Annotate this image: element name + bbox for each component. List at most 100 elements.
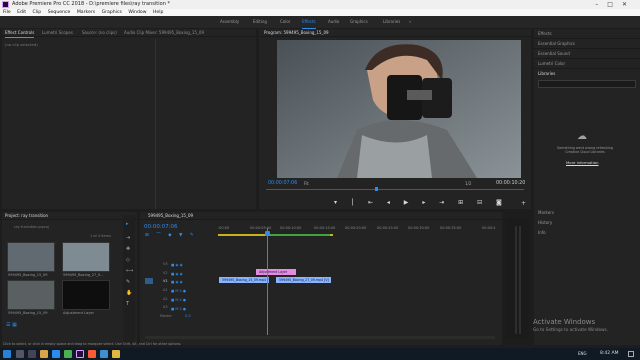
- panel-essential-graphics[interactable]: Essential Graphics: [538, 41, 575, 46]
- edge-icon[interactable]: [52, 350, 60, 358]
- timeline-ruler[interactable]: :00:00 00:00:05:00 00:00:10:00 00:00:15:…: [218, 226, 498, 232]
- menu-markers[interactable]: Markers: [77, 10, 95, 15]
- audio-meter: [505, 218, 529, 338]
- track-v1[interactable]: V1: [163, 279, 168, 283]
- app-icon[interactable]: [112, 350, 120, 358]
- file-explorer-icon[interactable]: [40, 350, 48, 358]
- workspace-audio[interactable]: Audio: [328, 16, 339, 28]
- menu-file[interactable]: File: [3, 10, 11, 15]
- workspace-editing[interactable]: Editing: [253, 16, 267, 28]
- tab-audio-clip-mixer[interactable]: Audio Clip Mixer: 599495_Boxing_15_09: [124, 29, 204, 37]
- search-icon[interactable]: [16, 350, 24, 358]
- master-track: Master: [160, 314, 172, 318]
- panel-history[interactable]: History: [538, 220, 552, 225]
- item-count: 1 of 4 items: [90, 234, 111, 238]
- ruler-label: 00:00:20:00: [345, 226, 367, 230]
- render-bar-green: [270, 234, 330, 236]
- panel-effects[interactable]: Effects: [538, 31, 552, 36]
- timeline-playhead-handle[interactable]: [265, 231, 270, 236]
- clip-boxing-15[interactable]: 599495_Boxing_15_09.mp4 [V]: [219, 277, 269, 283]
- input-language[interactable]: ENG: [578, 351, 587, 356]
- workspace-effects[interactable]: Effects: [302, 16, 316, 29]
- project-bin-name: ray transition.prproj: [14, 225, 49, 229]
- project-thumb-2[interactable]: [62, 242, 110, 272]
- track-v3[interactable]: V3: [163, 262, 168, 266]
- program-timecode[interactable]: 00:00:07:06: [268, 181, 297, 186]
- project-tab[interactable]: Project: ray transition: [5, 212, 48, 220]
- sequence-tab[interactable]: 599495_Boxing_15_09: [148, 212, 193, 220]
- panel-libraries[interactable]: Libraries: [538, 71, 555, 76]
- clock[interactable]: 8:42 AM: [600, 351, 619, 356]
- ruler-label: 00:00:35:00: [440, 226, 462, 230]
- tab-source[interactable]: Source: (no clips): [82, 29, 117, 37]
- chrome-icon[interactable]: [64, 350, 72, 358]
- project-thumb-1[interactable]: [7, 242, 55, 272]
- premiere-taskbar-icon[interactable]: [76, 350, 84, 358]
- menu-sequence[interactable]: Sequence: [48, 10, 71, 15]
- workspace-color[interactable]: Color: [280, 16, 290, 28]
- program-video-frame: [277, 40, 521, 178]
- menu-clip[interactable]: Clip: [33, 10, 42, 15]
- tab-effect-controls[interactable]: Effect Controls: [5, 29, 35, 38]
- track-a3[interactable]: A3: [163, 305, 168, 309]
- project-item-3-name: 599495_Boxing_15_09: [8, 311, 48, 315]
- menu-help[interactable]: Help: [153, 10, 163, 15]
- libraries-dropdown[interactable]: [538, 80, 636, 88]
- project-thumb-3[interactable]: [7, 280, 55, 310]
- list-view-icon[interactable]: ☰ ▦: [6, 322, 17, 328]
- menu-edit[interactable]: Edit: [17, 10, 26, 15]
- project-thumb-4[interactable]: [62, 280, 110, 310]
- ruler-label: :00:00: [218, 226, 230, 230]
- boxer-frame-image: [277, 40, 521, 178]
- transport-controls[interactable]: ▾ ⎮ ⇤ ◂ ▶ ▸ ⇥ ⊞ ⊟ ◙: [334, 199, 508, 206]
- more-information-link[interactable]: More information: [566, 160, 599, 165]
- workspace-graphics[interactable]: Graphics: [350, 16, 368, 28]
- project-item-1-name: 599495_Boxing_15_09: [8, 273, 48, 277]
- program-controls: 00:00:07:06 Fit 1/2 00:00:10:20 ▾ ⎮ ⇤ ◂ …: [259, 178, 531, 209]
- panel-lumetri-color[interactable]: Lumetri Color: [538, 61, 565, 66]
- panel-markers[interactable]: Markers: [538, 210, 554, 215]
- status-hint: Click to select, or click in empty space…: [3, 342, 182, 346]
- task-view-icon[interactable]: [28, 350, 36, 358]
- master-value[interactable]: 0.0: [185, 314, 191, 318]
- windows-start-icon[interactable]: [3, 350, 11, 358]
- menu-graphics[interactable]: Graphics: [102, 10, 122, 15]
- track-a1[interactable]: A1: [163, 288, 168, 292]
- panel-essential-sound[interactable]: Essential Sound: [538, 51, 570, 56]
- ruler-label: 00:00:10:00: [280, 226, 302, 230]
- window-controls[interactable]: –□✕: [595, 0, 636, 9]
- tab-lumetri-scopes[interactable]: Lumetri Scopes: [42, 29, 73, 37]
- adjustment-layer-clip[interactable]: Adjustment Layer: [256, 269, 296, 275]
- add-button-icon[interactable]: +: [521, 200, 526, 207]
- program-scrub-bar[interactable]: [266, 189, 524, 190]
- workspace-libraries[interactable]: Libraries: [383, 16, 400, 28]
- fit-dropdown[interactable]: Fit: [304, 181, 309, 186]
- selection-tool-icon[interactable]: ▸: [126, 221, 129, 227]
- timeline-tool-icons[interactable]: ⊞ ⌒ ◆ ▼ ✎: [145, 232, 197, 238]
- program-tab[interactable]: Program: 599495_Boxing_15_09: [264, 29, 329, 37]
- tool-icons[interactable]: ⇥ ✥ ◇ ⟷ ✎ ✋ T: [126, 233, 133, 310]
- timeline-playhead-line[interactable]: [267, 228, 268, 335]
- ruler-label: 00:00:25:00: [377, 226, 399, 230]
- ruler-label: 00:00:15:00: [314, 226, 336, 230]
- track-headers: V3 V2 V1 A1 A2 A3 Master 0.0 ■ ◉ ◉ ■ ◉ ◉ ■…: [144, 261, 216, 321]
- track-v2[interactable]: V2: [163, 271, 168, 275]
- notifications-icon[interactable]: [628, 351, 634, 357]
- track-toggle-icons[interactable]: ■ ◉ ◉ ■ ◉ ◉ ■ ◉ ◉ ■ M S ● ■ M S ● ■ M S ●: [171, 261, 186, 313]
- ruler-label: 00:00:4: [482, 226, 496, 230]
- app-icon[interactable]: [100, 350, 108, 358]
- panel-info[interactable]: Info: [538, 230, 546, 235]
- libraries-error-text: Something went wrong refreshing Creative…: [557, 146, 613, 154]
- no-clip-selected-text: (no clip selected): [5, 42, 38, 47]
- clip-boxing-27[interactable]: 599495_Boxing_27_09.mp4 [V]: [276, 277, 331, 283]
- menu-window[interactable]: Window: [128, 10, 146, 15]
- right-panel-stack: [534, 29, 640, 345]
- app-icon[interactable]: [88, 350, 96, 358]
- quality-dropdown[interactable]: 1/2: [465, 181, 471, 186]
- timeline-scrollbar[interactable]: [145, 336, 495, 339]
- program-playhead[interactable]: [375, 187, 378, 191]
- workspace-assembly[interactable]: Assembly: [220, 16, 239, 28]
- track-a2[interactable]: A2: [163, 297, 168, 301]
- sequence-timecode[interactable]: 00:00:07:06: [144, 224, 178, 230]
- effect-controls-panel: Effect Controls Lumetri Scopes Source: (…: [2, 29, 256, 209]
